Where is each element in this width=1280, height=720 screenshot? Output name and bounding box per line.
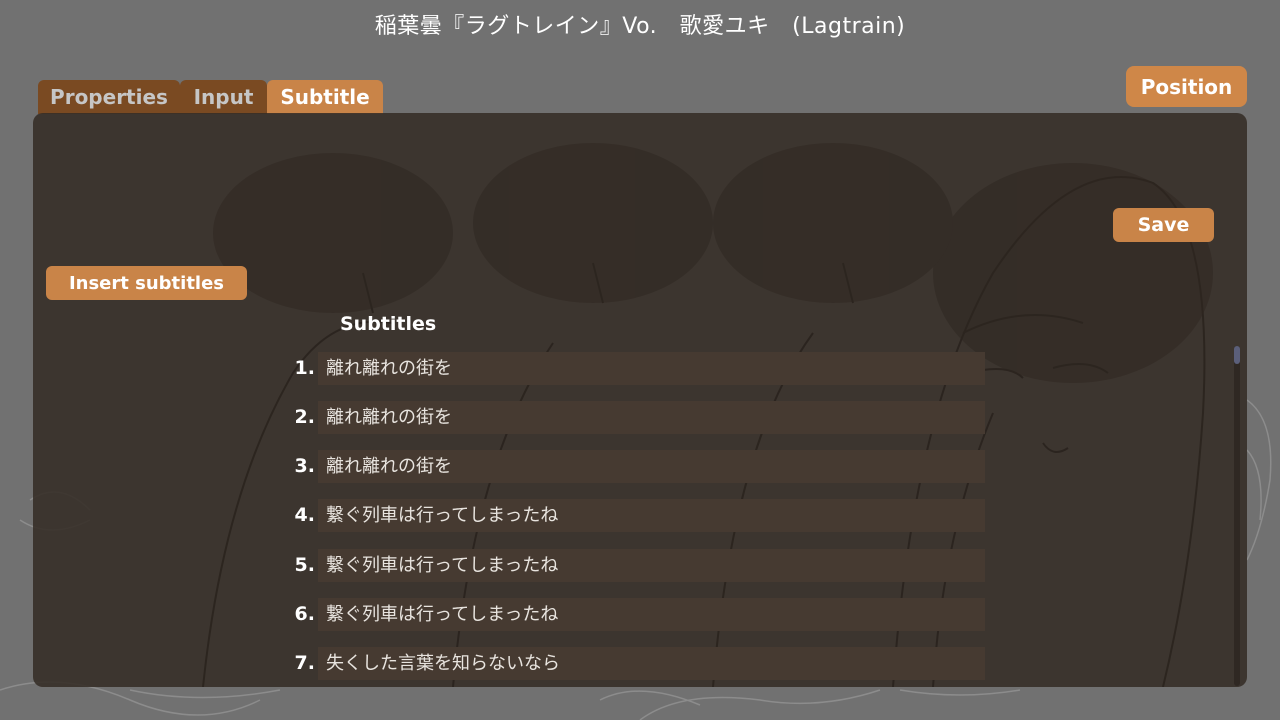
tab-properties[interactable]: Properties: [38, 80, 180, 114]
subtitle-row: 4. 繋ぐ列車は行ってしまったね: [33, 499, 1033, 532]
subtitle-text-field[interactable]: 離れ離れの街を: [318, 352, 985, 385]
save-button[interactable]: Save: [1113, 208, 1214, 242]
subtitle-text-field[interactable]: 失くした言葉を知らないなら: [318, 647, 985, 680]
subtitle-row: 1. 離れ離れの街を: [33, 352, 1033, 385]
subtitle-text-field[interactable]: 繋ぐ列車は行ってしまったね: [318, 549, 985, 582]
subtitle-list-scrollbar[interactable]: [1234, 346, 1240, 686]
subtitle-panel: Save Insert subtitles Subtitles 1. 離れ離れの…: [33, 113, 1247, 687]
window-title: 稲葉曇『ラグトレイン』Vo. 歌愛ユキ (Lagtrain): [374, 14, 906, 39]
tab-input[interactable]: Input: [180, 80, 267, 114]
insert-subtitles-button[interactable]: Insert subtitles: [46, 266, 247, 300]
subtitle-number: 2.: [294, 406, 315, 428]
subtitle-row: 6. 繋ぐ列車は行ってしまったね: [33, 598, 1033, 631]
subtitle-number: 6.: [294, 603, 315, 625]
position-button[interactable]: Position: [1126, 66, 1247, 107]
subtitle-text-field[interactable]: 離れ離れの街を: [318, 401, 985, 434]
subtitle-row: 2. 離れ離れの街を: [33, 401, 1033, 434]
subtitle-number: 7.: [294, 652, 315, 674]
scrollbar-thumb[interactable]: [1234, 346, 1240, 364]
subtitle-row: 7. 失くした言葉を知らないなら: [33, 647, 1033, 680]
tab-subtitle[interactable]: Subtitle: [267, 80, 383, 114]
subtitle-row: 5. 繋ぐ列車は行ってしまったね: [33, 549, 1033, 582]
subtitle-number: 1.: [294, 357, 315, 379]
subtitle-number: 4.: [294, 504, 315, 526]
subtitle-number: 5.: [294, 554, 315, 576]
subtitle-text-field[interactable]: 離れ離れの街を: [318, 450, 985, 483]
subtitle-text-field[interactable]: 繋ぐ列車は行ってしまったね: [318, 499, 985, 532]
subtitle-number: 3.: [294, 455, 315, 477]
subtitle-text-field[interactable]: 繋ぐ列車は行ってしまったね: [318, 598, 985, 631]
subtitle-row: 3. 離れ離れの街を: [33, 450, 1033, 483]
subtitles-heading: Subtitles: [340, 313, 437, 335]
